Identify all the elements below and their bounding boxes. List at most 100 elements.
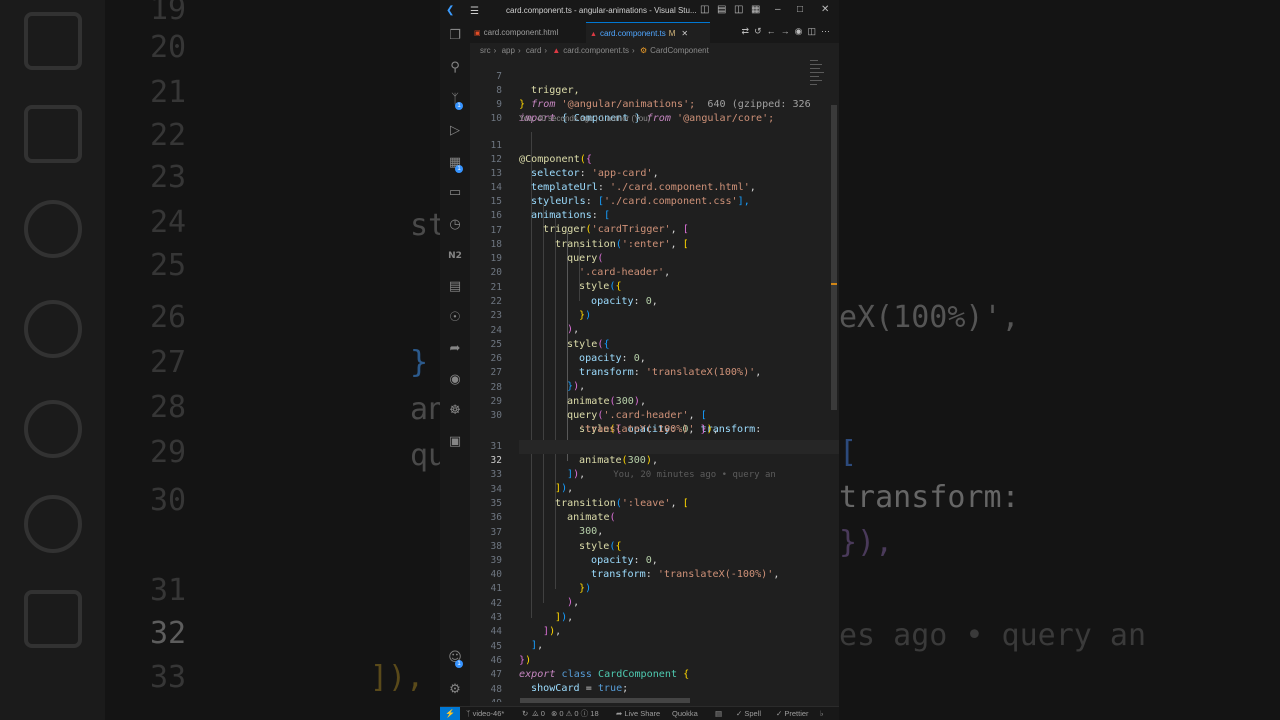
breadcrumb-item[interactable]: card.component.ts <box>563 46 629 55</box>
title-bar: ❮ ☰ card.component.ts - angular-animatio… <box>440 0 839 22</box>
background-code: }), <box>839 525 894 560</box>
explorer-icon[interactable]: ❐ <box>447 28 463 44</box>
live-share-icon[interactable]: ➦ <box>447 341 463 357</box>
code-line: 33 ]), <box>470 454 839 494</box>
previous-change-icon[interactable]: ← <box>767 26 781 36</box>
minimap[interactable] <box>810 58 826 98</box>
minimap-line <box>810 72 824 73</box>
angular-file-icon: ▲ <box>590 31 597 38</box>
chevron-right-icon: › <box>517 46 521 55</box>
breadcrumb-item[interactable]: app <box>502 46 515 55</box>
ports-icon[interactable]: ⨻ 0 <box>532 707 545 720</box>
extensions-badge: 1 <box>455 165 463 173</box>
toggle-panel-icon[interactable]: ▤ <box>717 4 726 15</box>
code-line-wrap: 'translateY(-100%)' }), <box>470 409 839 435</box>
background-code: [ <box>839 435 858 470</box>
problems-status[interactable]: ⊗ 0 ⚠ 0 ⓘ 18 <box>551 707 599 720</box>
vertical-scrollbar[interactable] <box>831 105 837 410</box>
minimize-button[interactable]: – <box>775 4 781 15</box>
background-github-icon <box>24 400 82 458</box>
more-actions-icon[interactable]: ⋯ <box>821 26 835 36</box>
close-window-button[interactable]: ✕ <box>821 4 829 15</box>
editor-actions: ⇄↺←→◉◫⋯ <box>742 26 835 37</box>
clipboard-icon[interactable]: ▤ <box>447 279 463 295</box>
compare-icon[interactable]: ⇄ <box>742 26 755 36</box>
code-line: 23 ), <box>470 295 839 335</box>
spell-label: Spell <box>744 709 762 718</box>
code-line: 9 import { Component } from '@angular/co… <box>470 84 839 124</box>
kubernetes-icon[interactable]: ☸ <box>447 403 463 419</box>
github-icon[interactable]: ◉ <box>447 372 463 388</box>
quokka-status[interactable]: Quokka <box>672 707 698 720</box>
background-line-number: 32 <box>150 616 187 651</box>
background-line-number: 19 <box>150 0 187 27</box>
code-line: 40 }) <box>470 554 839 594</box>
docker-icon[interactable]: ▣ <box>447 434 463 450</box>
code-line: 10 <box>470 98 839 124</box>
activity-bar: ❐ ⚲ ᛉ 1 ▷ ▦ 1 ▭ ◷ N2 ▤ ☉ ➦ ◉ ☸ ▣ ☺ 1 ⚙ <box>440 22 470 706</box>
toggle-secondary-sidebar-icon[interactable]: ◫ <box>734 4 743 15</box>
remote-explorer-icon[interactable]: ▭ <box>447 185 463 201</box>
breadcrumb-item[interactable]: src <box>480 46 491 55</box>
minimap-line <box>810 76 819 77</box>
settings-gear-icon[interactable]: ⚙ <box>447 682 463 698</box>
revert-icon[interactable]: ↺ <box>754 26 767 36</box>
customize-layout-icon[interactable]: ▦ <box>751 4 760 15</box>
minimap-line <box>810 80 822 81</box>
code-line: 42 ]), <box>470 583 839 623</box>
remote-indicator[interactable]: ⚡ <box>440 707 460 720</box>
breadcrumb-item[interactable]: card <box>526 46 542 55</box>
minimap-line <box>810 60 818 61</box>
prettier-status[interactable]: ✓ Prettier <box>776 707 809 720</box>
code-line: 19 '.card-header', <box>470 238 839 278</box>
code-line: 30 style({ opacity: 0, transform: <box>470 395 839 435</box>
maximize-button[interactable]: □ <box>797 4 803 15</box>
next-change-icon[interactable]: → <box>781 26 795 36</box>
background-line-number: 27 <box>150 345 187 380</box>
open-changes-icon[interactable]: ◉ <box>795 26 808 36</box>
split-editor-icon[interactable]: ◫ <box>807 26 821 36</box>
status-bar: ⚡ ᛉ video-46* ↻ ⨻ 0 ⊗ 0 ⚠ 0 ⓘ 18 ➦ Live … <box>440 706 839 720</box>
git-graph-icon[interactable]: ☉ <box>447 310 463 326</box>
code-line: 14 styleUrls: ['./card.component.css'], <box>470 167 839 207</box>
background-line-number: 20 <box>150 30 187 65</box>
vscode-logo-icon: ❮ <box>446 5 455 16</box>
code-line: 11 @Component({ <box>470 125 839 165</box>
horizontal-scrollbar[interactable] <box>520 698 690 703</box>
minimap-line <box>810 68 820 69</box>
code-line: 48 } <box>470 669 839 702</box>
format-icon[interactable]: ▤ <box>715 707 722 720</box>
background-right-panel: eX(100%)', transform: }), es ago • query… <box>839 0 1280 720</box>
chevron-right-icon: › <box>544 46 548 55</box>
tab-card-component-html[interactable]: ▣ card.component.html <box>470 22 586 43</box>
run-debug-icon[interactable]: ▷ <box>447 123 463 139</box>
codelens-author[interactable]: You, 40 seconds ago | 1 author (You) <box>519 114 650 123</box>
spell-status[interactable]: ✓ Spell <box>736 707 761 720</box>
code-line: 38 opacity: 0, <box>470 526 839 566</box>
code-line: 34 transition(':leave', [ <box>470 469 839 509</box>
search-icon[interactable]: ⚲ <box>447 60 463 76</box>
source-control-badge: 1 <box>455 102 463 110</box>
code-line: 39 transform: 'translateX(-100%)', <box>470 540 839 580</box>
toggle-sidebar-icon[interactable]: ◫ <box>700 4 709 15</box>
background-docker-icon <box>24 590 82 648</box>
background-clipboard-icon <box>24 105 82 163</box>
code-line: 7 trigger, <box>470 56 839 96</box>
hamburger-icon[interactable]: ☰ <box>470 6 479 17</box>
breadcrumb-item[interactable]: CardComponent <box>650 46 709 55</box>
code-line: 36 300, <box>470 497 839 537</box>
tab-card-component-ts[interactable]: ▲ card.component.ts M ✕ <box>586 22 710 44</box>
background-helm-icon <box>24 495 82 553</box>
notifications-bell-icon[interactable]: ♭ <box>820 707 824 720</box>
close-tab-icon[interactable]: ✕ <box>681 29 688 38</box>
background-code: es ago • query an <box>839 618 1147 653</box>
branch-status[interactable]: ᛉ video-46* <box>466 707 504 720</box>
code-line: 20 style({ <box>470 252 839 292</box>
line-number: 10 <box>490 113 502 124</box>
sync-icon[interactable]: ↻ <box>522 707 528 720</box>
nx-console-icon[interactable]: N2 <box>447 248 463 264</box>
timeline-icon[interactable]: ◷ <box>447 217 463 233</box>
live-share-status[interactable]: ➦ Live Share <box>616 707 660 720</box>
code-line: 17 transition(':enter', [ <box>470 210 839 250</box>
code-editor[interactable]: 7 trigger, 8 } from '@angular/animations… <box>470 56 839 702</box>
